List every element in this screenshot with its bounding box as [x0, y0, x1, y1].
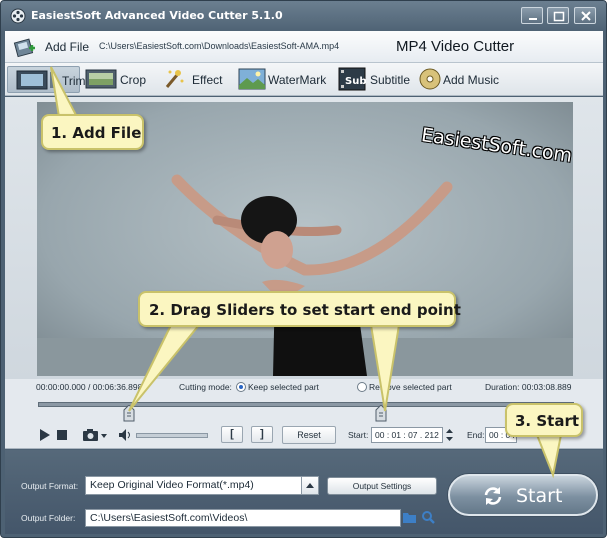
callout-step-2-text: 2. Drag Sliders to set start end point [149, 301, 461, 319]
tab-add-music[interactable]: Add Music [443, 73, 499, 87]
close-button[interactable] [574, 7, 596, 24]
file-bar: Add File C:\Users\EasiestSoft.com\Downlo… [5, 31, 603, 63]
app-window: EasiestSoft Advanced Video Cutter 5.1.0 … [0, 0, 607, 538]
start-slider-handle[interactable] [123, 405, 135, 422]
file-path: C:\Users\EasiestSoft.com\Downloads\Easie… [99, 41, 340, 51]
output-format-select[interactable]: Keep Original Video Format(*.mp4) [85, 476, 302, 495]
title-bar: EasiestSoft Advanced Video Cutter 5.1.0 [1, 1, 606, 31]
callout-step-2: 2. Drag Sliders to set start end point [138, 291, 461, 327]
tab-trim-label: Trim [62, 74, 86, 88]
volume-slider[interactable] [136, 433, 208, 438]
play-icon[interactable] [39, 429, 51, 441]
start-time-spinner-icon[interactable] [445, 427, 454, 443]
output-folder-label: Output Folder: [21, 513, 76, 523]
output-format-label: Output Format: [21, 481, 79, 491]
tab-watermark[interactable]: WaterMark [268, 73, 326, 87]
volume-icon[interactable] [119, 429, 133, 441]
add-file-icon[interactable] [13, 35, 37, 59]
film-trim-icon [16, 70, 55, 90]
duration-readout: Duration: 00:03:08.889 [485, 382, 572, 392]
remove-selected-radio[interactable] [357, 382, 367, 392]
slider-track[interactable] [38, 402, 574, 407]
reset-button[interactable]: Reset [282, 426, 336, 444]
format-dropdown-button[interactable] [301, 476, 319, 495]
tab-trim[interactable]: Trim [7, 66, 86, 93]
film-reel-icon [10, 8, 26, 24]
set-start-button[interactable]: [ [221, 426, 243, 443]
cutter-title: MP4 Video Cutter [396, 38, 515, 55]
callout-step-1: 1. Add File [41, 114, 144, 150]
output-settings-button[interactable]: Output Settings [327, 477, 437, 495]
effect-wand-icon[interactable] [163, 67, 185, 91]
search-icon[interactable] [421, 510, 435, 524]
set-end-button[interactable]: ] [251, 426, 273, 443]
output-folder-input[interactable]: C:\Users\EasiestSoft.com\Videos\ [85, 509, 401, 527]
tab-crop[interactable]: Crop [120, 73, 146, 87]
end-time-label: End: [467, 430, 485, 440]
remove-selected-label[interactable]: Remove selected part [369, 382, 452, 392]
maximize-icon [553, 11, 565, 22]
stop-icon[interactable] [57, 430, 67, 440]
output-panel: Output Format: Keep Original Video Forma… [5, 450, 603, 534]
start-button[interactable]: Start [448, 474, 598, 516]
keep-selected-label[interactable]: Keep selected part [248, 382, 319, 392]
subtitle-icon[interactable]: Sub [338, 67, 366, 91]
tab-effect[interactable]: Effect [192, 73, 222, 87]
chevron-up-icon [306, 483, 314, 488]
minimize-button[interactable] [521, 7, 543, 24]
tab-bar: Trim Crop Effect WaterMark Sub Subtitle [5, 63, 603, 96]
crop-icon[interactable] [85, 68, 117, 90]
start-time-label: Start: [348, 430, 369, 440]
watermark-icon[interactable] [238, 67, 266, 91]
open-folder-icon[interactable] [403, 511, 417, 524]
convert-arrows-icon [484, 487, 502, 505]
callout-step-3: 3. Start [505, 403, 583, 437]
music-disc-icon[interactable] [419, 68, 441, 90]
keep-selected-radio[interactable] [236, 382, 246, 392]
close-icon [581, 11, 591, 21]
minimize-icon [529, 18, 537, 20]
snapshot-camera-icon[interactable] [83, 428, 109, 442]
svg-text:Sub: Sub [345, 76, 366, 87]
callout-step-3-text: 3. Start [515, 412, 580, 430]
cutting-mode-label: Cutting mode: [179, 382, 232, 392]
info-strip: 00:00:00.000 / 00:06:36.898 Cutting mode… [5, 379, 603, 395]
add-file-button[interactable]: Add File [45, 40, 89, 54]
callout-step-1-text: 1. Add File [51, 124, 142, 142]
start-button-label: Start [516, 485, 563, 507]
window-title: EasiestSoft Advanced Video Cutter 5.1.0 [31, 9, 283, 22]
start-time-input[interactable]: 00 : 01 : 07 . 212 [371, 427, 443, 443]
end-slider-handle[interactable] [375, 405, 387, 422]
position-readout: 00:00:00.000 / 00:06:36.898 [36, 382, 143, 392]
tab-subtitle[interactable]: Subtitle [370, 73, 410, 87]
maximize-button[interactable] [547, 7, 569, 24]
